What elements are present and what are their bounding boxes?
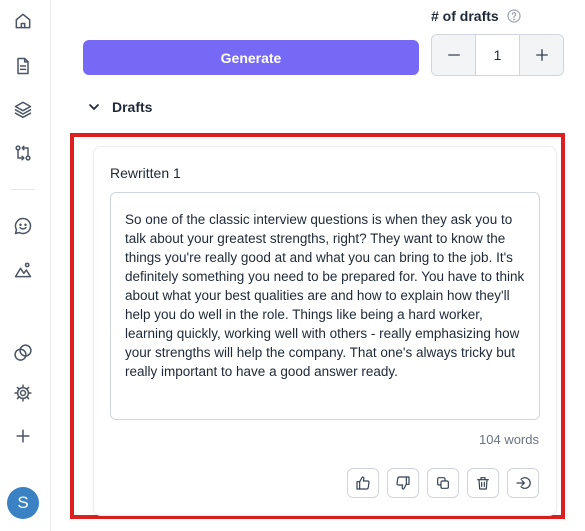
layers-icon[interactable] (11, 97, 35, 121)
git-compare-icon[interactable] (11, 141, 35, 165)
document-icon[interactable] (11, 54, 35, 78)
plus-icon (535, 49, 548, 61)
word-count: 104 words (479, 432, 539, 447)
delete-button[interactable] (467, 468, 499, 498)
avatar[interactable]: S (7, 487, 39, 519)
thumbs-down-button[interactable] (387, 468, 419, 498)
app-window: S # of drafts Generate 1 Drafts Rewritte… (0, 0, 585, 531)
increment-button[interactable] (520, 35, 563, 75)
chat-icon[interactable] (11, 214, 35, 238)
help-circle-icon[interactable] (506, 8, 522, 24)
insert-button[interactable] (507, 468, 539, 498)
circles-icon[interactable] (11, 341, 35, 365)
drafts-count-stepper: 1 (431, 34, 564, 76)
decrement-button[interactable] (432, 35, 475, 75)
home-icon[interactable] (11, 9, 35, 33)
image-icon[interactable] (11, 258, 35, 282)
draft-name: Rewritten 1 (110, 165, 181, 181)
trash-icon (477, 477, 489, 490)
copy-icon (437, 477, 449, 489)
thumbs-up-button[interactable] (347, 468, 379, 498)
draft-text-area[interactable]: So one of the classic interview question… (110, 192, 540, 420)
draft-card: Rewritten 1 So one of the classic interv… (93, 146, 557, 516)
drafts-count-value[interactable]: 1 (475, 35, 520, 75)
draft-actions (347, 468, 539, 498)
minus-icon (447, 54, 460, 56)
thumbs-down-icon (396, 476, 410, 490)
copy-button[interactable] (427, 468, 459, 498)
drafts-section-title: Drafts (112, 99, 153, 115)
drafts-section-toggle[interactable]: Drafts (86, 97, 152, 117)
thumbs-up-icon (356, 476, 370, 490)
insert-icon (516, 477, 531, 489)
drafts-count-label: # of drafts (431, 8, 499, 24)
sidebar-divider (11, 189, 35, 190)
drafts-count-label-row: # of drafts (431, 6, 522, 26)
sidebar: S (0, 0, 51, 531)
chevron-down-icon (89, 104, 99, 110)
plus-icon[interactable] (11, 424, 35, 448)
generate-button[interactable]: Generate (83, 40, 419, 75)
gear-icon[interactable] (11, 381, 35, 405)
